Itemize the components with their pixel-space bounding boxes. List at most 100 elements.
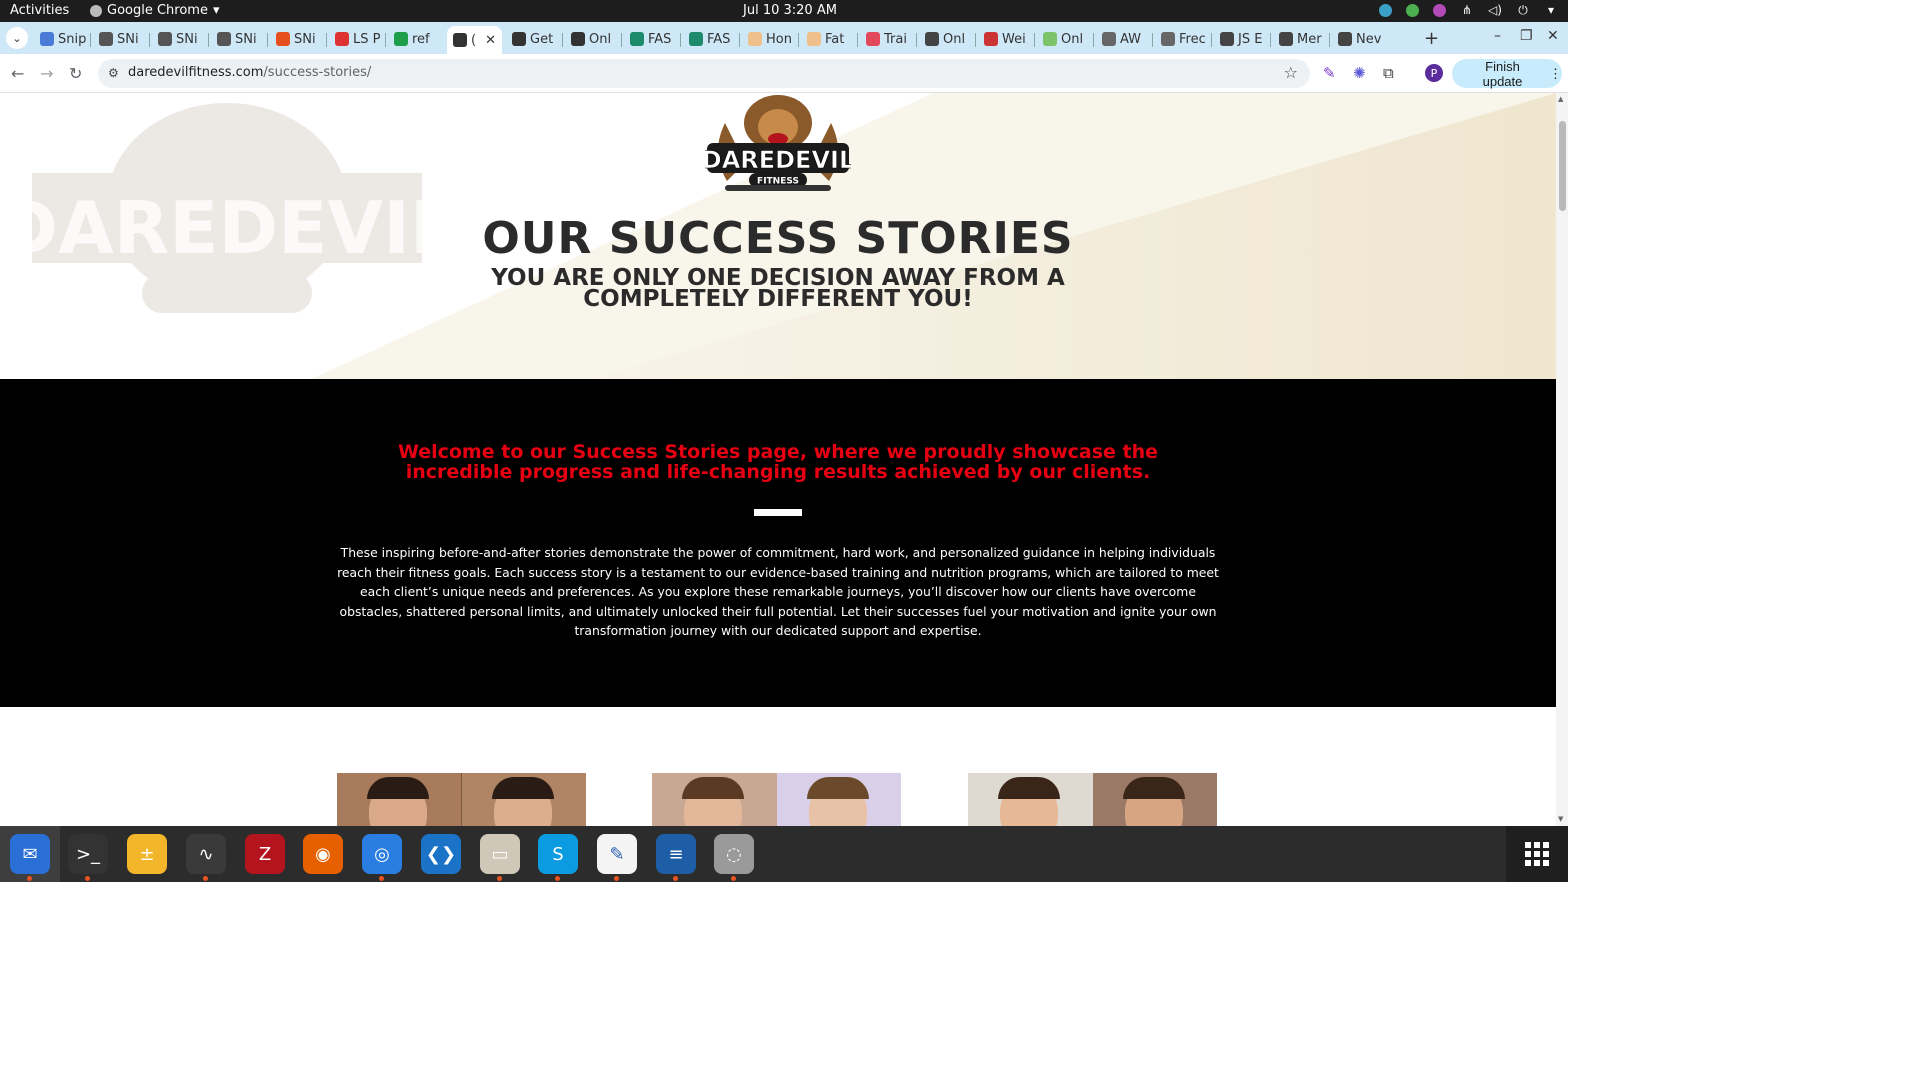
finish-update-button[interactable]: Finish update ⋮ bbox=[1452, 58, 1562, 89]
calculator-icon[interactable]: ± bbox=[127, 834, 167, 874]
page-content[interactable]: DAREDEVIL DAREDEVIL FITNESS OUR SUCCESS … bbox=[0, 93, 1556, 826]
tab[interactable]: FAS bbox=[624, 26, 679, 52]
vscode-icon[interactable]: ❮❯ bbox=[421, 834, 461, 874]
tab[interactable]: FAS bbox=[683, 26, 738, 52]
running-indicator bbox=[27, 876, 32, 881]
tab-label: ( bbox=[471, 32, 477, 48]
files-icon[interactable]: ▭ bbox=[480, 834, 520, 881]
disk-icon[interactable]: ◌ bbox=[714, 834, 754, 881]
tab[interactable]: Get bbox=[506, 26, 561, 52]
tab-favicon-icon bbox=[571, 32, 585, 46]
tab[interactable]: Onl bbox=[1037, 26, 1092, 52]
firefox-icon[interactable]: ◉ bbox=[303, 834, 343, 874]
chrome-icon[interactable]: ◎ bbox=[362, 834, 402, 881]
tab[interactable]: Trai bbox=[860, 26, 915, 52]
site-info-icon[interactable]: ⚙ bbox=[108, 66, 119, 80]
bookmark-star-icon[interactable]: ☆ bbox=[1284, 63, 1298, 82]
thunderbird-icon[interactable]: ✉ bbox=[10, 834, 50, 881]
tab[interactable]: Snip bbox=[34, 26, 89, 52]
tab[interactable]: (✕ bbox=[447, 26, 502, 54]
activities-button[interactable]: Activities bbox=[10, 3, 69, 18]
tab-favicon-icon bbox=[40, 32, 54, 46]
terminal-icon[interactable]: >_ bbox=[68, 834, 108, 881]
tab-separator bbox=[1329, 33, 1330, 47]
power-icon[interactable]: ⏻ bbox=[1516, 3, 1530, 17]
tab-favicon-icon bbox=[748, 32, 762, 46]
tab-separator bbox=[1093, 33, 1094, 47]
success-story-card[interactable] bbox=[337, 773, 586, 826]
sync-icon[interactable] bbox=[1379, 3, 1392, 17]
url-text[interactable]: daredevilfitness.com/success-stories/ bbox=[128, 65, 371, 80]
forward-icon[interactable]: → bbox=[40, 64, 53, 83]
dock-glyph: ▭ bbox=[491, 843, 509, 865]
restore-icon[interactable]: ❐ bbox=[1520, 28, 1533, 44]
scroll-up-icon[interactable]: ▲ bbox=[1558, 95, 1563, 103]
divider bbox=[754, 509, 802, 516]
finish-update-label: Finish update bbox=[1482, 58, 1523, 89]
profile-avatar[interactable]: P bbox=[1425, 64, 1443, 82]
filezilla-icon[interactable]: Z bbox=[245, 834, 285, 874]
tab[interactable]: Nev bbox=[1332, 26, 1387, 52]
tab[interactable]: Frec bbox=[1155, 26, 1210, 52]
daredevil-logo[interactable]: DAREDEVIL FITNESS bbox=[705, 93, 851, 199]
system-monitor-icon[interactable]: ∿ bbox=[186, 834, 226, 881]
tab-favicon-icon bbox=[984, 32, 998, 46]
check-icon[interactable] bbox=[1406, 3, 1419, 17]
app-menu[interactable]: Google Chrome ▾ bbox=[90, 3, 220, 18]
dock-glyph: ∿ bbox=[198, 843, 214, 865]
tab[interactable]: Wei bbox=[978, 26, 1033, 52]
tab[interactable]: Hon bbox=[742, 26, 797, 52]
tab[interactable]: Onl bbox=[565, 26, 620, 52]
welcome-heading: Welcome to our Success Stories page, whe… bbox=[397, 441, 1159, 483]
chevron-down-icon[interactable]: ▾ bbox=[1544, 3, 1558, 17]
network-icon[interactable]: ⋔ bbox=[1460, 3, 1474, 17]
tab[interactable]: SNi bbox=[152, 26, 207, 52]
pen-extension-icon[interactable]: ✎ bbox=[1323, 64, 1336, 82]
tab[interactable]: Fat bbox=[801, 26, 856, 52]
color-picker-icon[interactable] bbox=[1433, 3, 1446, 17]
system-tray[interactable]: ⋔ ◁) ⏻ ▾ bbox=[1379, 3, 1558, 17]
tab-label: Onl bbox=[943, 31, 966, 47]
gear-extension-icon[interactable]: ✺ bbox=[1353, 64, 1366, 82]
tab[interactable]: SNi bbox=[270, 26, 325, 52]
scroll-down-icon[interactable]: ▼ bbox=[1558, 815, 1563, 823]
writer-icon[interactable]: ≡ bbox=[656, 834, 696, 881]
text-editor-icon[interactable]: ✎ bbox=[597, 834, 637, 881]
tab-label: Nev bbox=[1356, 31, 1382, 47]
tab-separator bbox=[798, 33, 799, 47]
tab[interactable]: Mer bbox=[1273, 26, 1328, 52]
intro-paragraph: These inspiring before-and-after stories… bbox=[337, 545, 1219, 638]
clock[interactable]: Jul 10 3:20 AM bbox=[743, 3, 837, 18]
back-icon[interactable]: ← bbox=[11, 64, 24, 83]
extensions-puzzle-icon[interactable]: ⧉ bbox=[1383, 64, 1394, 82]
tab[interactable]: AW bbox=[1096, 26, 1151, 52]
address-bar[interactable]: ⚙ daredevilfitness.com/success-stories/ … bbox=[98, 59, 1310, 88]
tab[interactable]: Onl bbox=[919, 26, 974, 52]
tab-separator bbox=[1034, 33, 1035, 47]
tab-favicon-icon bbox=[453, 33, 467, 47]
close-tab-icon[interactable]: ✕ bbox=[485, 33, 496, 48]
new-tab-button[interactable]: + bbox=[1424, 28, 1439, 49]
success-story-card[interactable] bbox=[652, 773, 901, 826]
tab[interactable]: SNi bbox=[93, 26, 148, 52]
dock-glyph: ✎ bbox=[609, 843, 625, 865]
show-apps-button[interactable] bbox=[1506, 826, 1568, 882]
success-story-card[interactable] bbox=[968, 773, 1217, 826]
page-scrollbar[interactable]: ▲ ▼ bbox=[1556, 93, 1568, 826]
reload-icon[interactable]: ↻ bbox=[69, 64, 82, 83]
tab[interactable]: LS P bbox=[329, 26, 384, 52]
running-indicator bbox=[85, 876, 90, 881]
tab[interactable]: SNi bbox=[211, 26, 266, 52]
tab[interactable]: ref bbox=[388, 26, 443, 52]
scrollbar-thumb[interactable] bbox=[1559, 121, 1566, 211]
tab-label: LS P bbox=[353, 31, 381, 47]
tab-label: Hon bbox=[766, 31, 792, 47]
tab-label: JS E bbox=[1238, 31, 1263, 47]
skype-icon[interactable]: S bbox=[538, 834, 578, 881]
tab-search-button[interactable]: ⌄ bbox=[6, 27, 28, 49]
tab[interactable]: JS E bbox=[1214, 26, 1269, 52]
minimize-icon[interactable]: – bbox=[1494, 28, 1501, 44]
close-window-icon[interactable]: ✕ bbox=[1547, 28, 1559, 44]
volume-icon[interactable]: ◁) bbox=[1488, 3, 1502, 17]
before-photo bbox=[337, 773, 462, 826]
